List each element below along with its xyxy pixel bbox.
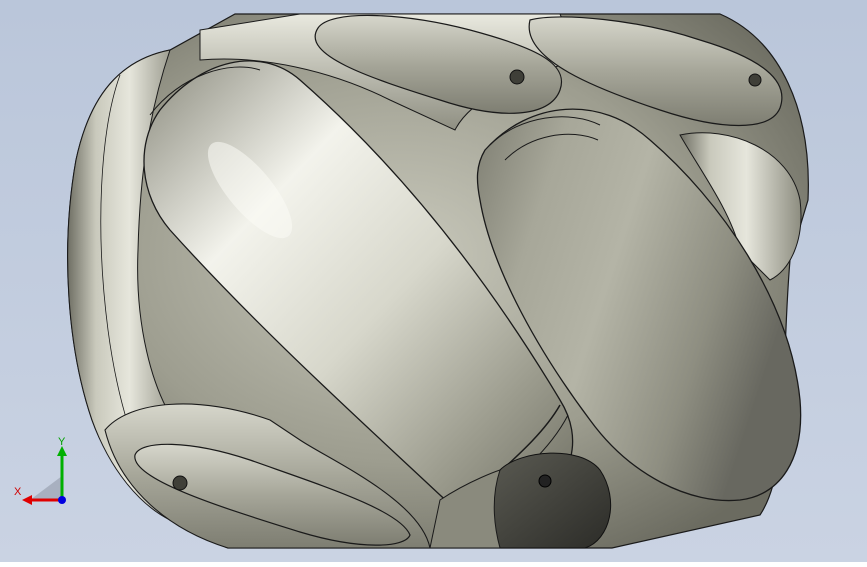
- bolt-hole: [538, 474, 552, 488]
- z-axis-dot: [58, 496, 66, 504]
- bolt-hole: [748, 73, 762, 87]
- coordinate-triad: Y X: [10, 436, 80, 508]
- x-axis-arrowhead: [22, 495, 32, 505]
- bolt-hole: [172, 475, 188, 491]
- x-axis-label: X: [14, 486, 22, 498]
- mecanum-wheel-model[interactable]: [0, 0, 867, 562]
- y-axis-label: Y: [58, 436, 66, 448]
- bolt-hole: [509, 69, 525, 85]
- cad-viewport[interactable]: Y X: [0, 0, 867, 562]
- triad-plane-shadow: [30, 476, 62, 500]
- roller-axle-block: [492, 452, 612, 549]
